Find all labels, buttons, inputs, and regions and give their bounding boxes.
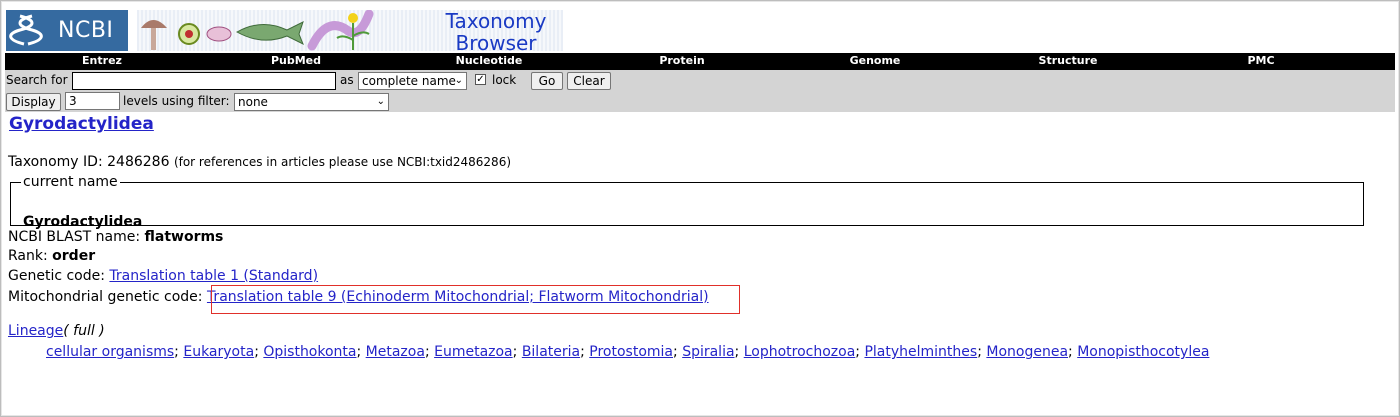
levels-label: levels using filter:	[123, 94, 230, 108]
genetic-code-label: Genetic code:	[8, 268, 105, 284]
taxon-title-link[interactable]: Gyrodactylidea	[9, 114, 154, 134]
title-line-2: Browser	[455, 31, 537, 55]
nav-protein[interactable]: Protein	[659, 54, 704, 67]
nav-bar: Entrez PubMed Nucleotide Protein Genome …	[5, 53, 1395, 70]
lineage-separator: ;	[734, 344, 744, 360]
display-button[interactable]: Display	[6, 93, 61, 111]
mito-code-label: Mitochondrial genetic code:	[8, 289, 203, 305]
lineage-item[interactable]: Platyhelminthes	[864, 344, 977, 360]
taxonomy-id-line: Taxonomy ID: 2486286 (for references in …	[8, 154, 511, 170]
lineage-separator: ;	[977, 344, 987, 360]
search-panel: Search for as complete name ⌄ ✓ lock Go …	[5, 70, 1395, 112]
lineage-link[interactable]: Lineage	[8, 323, 63, 339]
search-input[interactable]	[72, 72, 336, 90]
search-type-value: complete name	[362, 74, 456, 88]
lineage-separator: ;	[356, 344, 366, 360]
helix-icon	[9, 14, 43, 46]
lineage-item[interactable]: Protostomia	[589, 344, 673, 360]
lineage-item[interactable]: Eumetazoa	[434, 344, 513, 360]
lineage-item[interactable]: Spiralia	[682, 344, 734, 360]
genetic-code-link[interactable]: Translation table 1 (Standard)	[109, 268, 318, 284]
reference-note: (for references in articles please use N…	[173, 155, 512, 169]
lineage-heading: Lineage( full )	[8, 323, 105, 339]
go-button[interactable]: Go	[531, 72, 563, 90]
rank-value: order	[52, 248, 96, 264]
nav-nucleotide[interactable]: Nucleotide	[456, 54, 523, 67]
lineage-item[interactable]: Opisthokonta	[263, 344, 356, 360]
filter-select[interactable]: none ⌄	[234, 93, 389, 111]
nav-pubmed[interactable]: PubMed	[271, 54, 321, 67]
lineage-item[interactable]: Bilateria	[522, 344, 580, 360]
taxonomy-id-label: Taxonomy ID:	[8, 154, 103, 170]
nav-pmc[interactable]: PMC	[1247, 54, 1274, 67]
search-for-label: Search for	[6, 73, 68, 87]
ncbi-logo[interactable]: NCBI	[6, 10, 128, 51]
highlight-box	[211, 285, 740, 314]
lineage-item[interactable]: Monopisthocotylea	[1077, 344, 1209, 360]
current-name-value: Gyrodactylidea	[23, 214, 143, 230]
lineage-item[interactable]: Metazoa	[366, 344, 425, 360]
rank-line: Rank: order	[8, 248, 95, 264]
lineage-item[interactable]: Lophotrochozoa	[744, 344, 856, 360]
clear-button[interactable]: Clear	[567, 72, 611, 90]
nav-structure[interactable]: Structure	[1039, 54, 1098, 67]
lineage-separator: ;	[580, 344, 590, 360]
nav-genome[interactable]: Genome	[850, 54, 901, 67]
lineage-item[interactable]: cellular organisms	[46, 344, 174, 360]
as-label: as	[340, 73, 354, 87]
logo-text: NCBI	[58, 18, 114, 43]
blast-name-line: NCBI BLAST name: flatworms	[8, 229, 223, 245]
lock-label: lock	[492, 73, 517, 87]
lock-checkbox[interactable]: ✓	[475, 74, 486, 85]
lineage-separator: ;	[174, 344, 184, 360]
lineage-item[interactable]: Monogenea	[986, 344, 1068, 360]
blast-name-label: NCBI BLAST name:	[8, 229, 141, 245]
current-name-box: current name Gyrodactylidea	[10, 174, 1364, 230]
title-line-1: Taxonomy	[445, 9, 547, 33]
lineage-separator: ;	[512, 344, 522, 360]
filter-value: none	[238, 95, 268, 109]
lineage-separator: ;	[254, 344, 264, 360]
lineage-separator: ;	[424, 344, 435, 360]
lineage-separator: ;	[1068, 344, 1078, 360]
chevron-down-icon: ⌄	[376, 96, 385, 107]
nav-entrez[interactable]: Entrez	[82, 54, 122, 67]
taxonomy-browser-title: Taxonomy Browser	[426, 10, 566, 54]
blast-name-value: flatworms	[144, 229, 224, 245]
search-type-select[interactable]: complete name ⌄	[358, 72, 467, 90]
taxonomy-id-value: 2486286	[107, 154, 170, 170]
genetic-code-line: Genetic code: Translation table 1 (Stand…	[8, 268, 318, 284]
levels-input[interactable]	[65, 92, 120, 110]
chevron-down-icon: ⌄	[454, 75, 463, 86]
lineage-separator: ;	[673, 344, 683, 360]
rank-label: Rank:	[8, 248, 48, 264]
lineage-list: cellular organisms; Eukaryota; Opisthoko…	[46, 344, 1209, 360]
current-name-legend: current name	[23, 174, 118, 190]
lineage-mode: ( full )	[63, 323, 105, 339]
lineage-item[interactable]: Eukaryota	[183, 344, 254, 360]
